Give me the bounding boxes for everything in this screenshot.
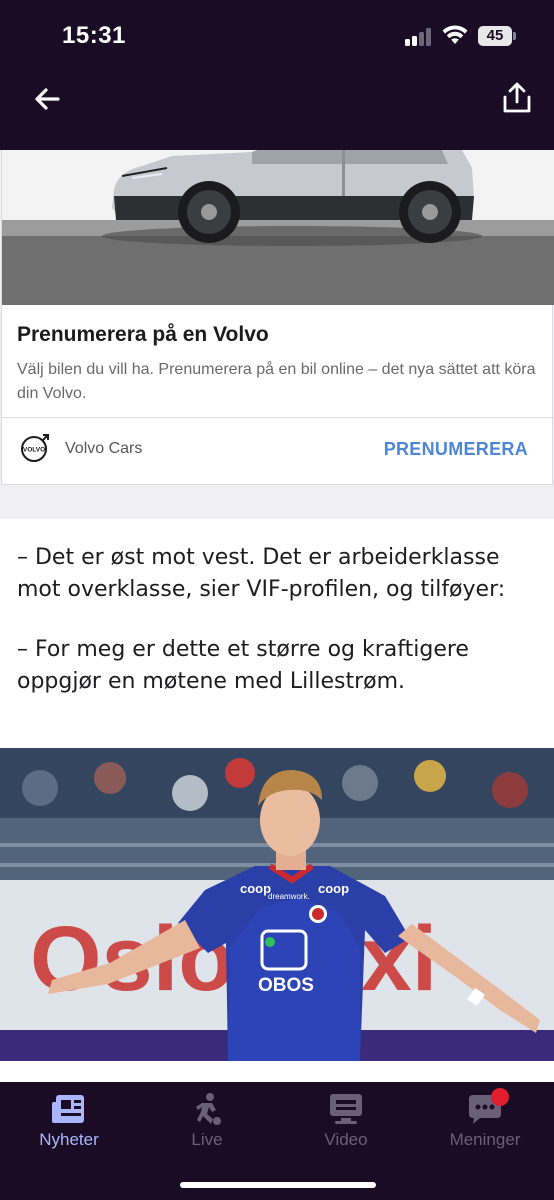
- ad-divider: [2, 417, 554, 418]
- tab-video[interactable]: Video: [277, 1082, 415, 1162]
- shirt-logo: OBOS: [258, 975, 314, 996]
- share-button[interactable]: [500, 80, 534, 116]
- status-bar: 15:31 45: [0, 0, 554, 70]
- volvo-logo-icon: VOLVO: [21, 434, 49, 462]
- ad-brand-name: Volvo Cars: [65, 440, 143, 457]
- shirt-logo: coop: [240, 881, 271, 896]
- tab-label: Video: [324, 1130, 368, 1149]
- bottom-tab-bar: Nyheter Live Video Meninger: [0, 1082, 554, 1200]
- ad-title: Prenumerera på en Volvo: [17, 323, 269, 346]
- wifi-icon: [442, 25, 468, 44]
- share-icon: [503, 82, 531, 113]
- notification-badge: [491, 1088, 509, 1106]
- tab-label: Meninger: [449, 1130, 521, 1149]
- tab-label: Live: [191, 1130, 223, 1149]
- shirt-logo: coop: [318, 881, 349, 896]
- tv-icon: [330, 1094, 362, 1124]
- article-photo[interactable]: Oslo Taxi coop dreamwork. coop: [0, 748, 554, 1061]
- shirt-logo: dreamwork.: [268, 892, 310, 901]
- newspaper-icon: [52, 1095, 84, 1123]
- tab-label: Nyheter: [39, 1130, 99, 1149]
- battery-icon: 45: [478, 26, 516, 46]
- article-paragraph: – For meg er dette et større og kraftige…: [17, 637, 469, 694]
- content-scroll[interactable]: Prenumerera på en Volvo Välj bilen du vi…: [0, 150, 554, 1082]
- cellular-signal-icon: [405, 28, 433, 46]
- subscribe-button[interactable]: PRENUMERERA: [384, 439, 528, 460]
- ad-description: Välj bilen du vill ha. Prenumerera på en…: [17, 361, 536, 402]
- sponsored-ad-card[interactable]: Prenumerera på en Volvo Välj bilen du vi…: [1, 150, 554, 485]
- football-player-photo: Oslo Taxi coop dreamwork. coop: [0, 748, 554, 1061]
- soccer-player-icon: [196, 1093, 221, 1125]
- back-button[interactable]: [30, 82, 64, 116]
- tab-live[interactable]: Live: [138, 1082, 276, 1162]
- home-indicator: [180, 1182, 376, 1188]
- battery-level: 45: [486, 27, 504, 44]
- article-body: – Det er øst mot vest. Det er arbeiderkl…: [0, 519, 554, 1082]
- status-time: 15:31: [62, 22, 126, 49]
- arrow-left-icon: [35, 88, 60, 110]
- ad-car-image: [2, 150, 554, 305]
- car-illustration: [2, 150, 554, 305]
- tab-meninger[interactable]: Meninger: [416, 1082, 554, 1162]
- tab-nyheter[interactable]: Nyheter: [0, 1082, 138, 1162]
- article-paragraph: – Det er øst mot vest. Det er arbeiderkl…: [17, 545, 506, 602]
- top-nav-bar: [0, 70, 554, 150]
- chat-bubble-icon: [469, 1088, 509, 1124]
- volvo-logo-text: VOLVO: [23, 447, 45, 454]
